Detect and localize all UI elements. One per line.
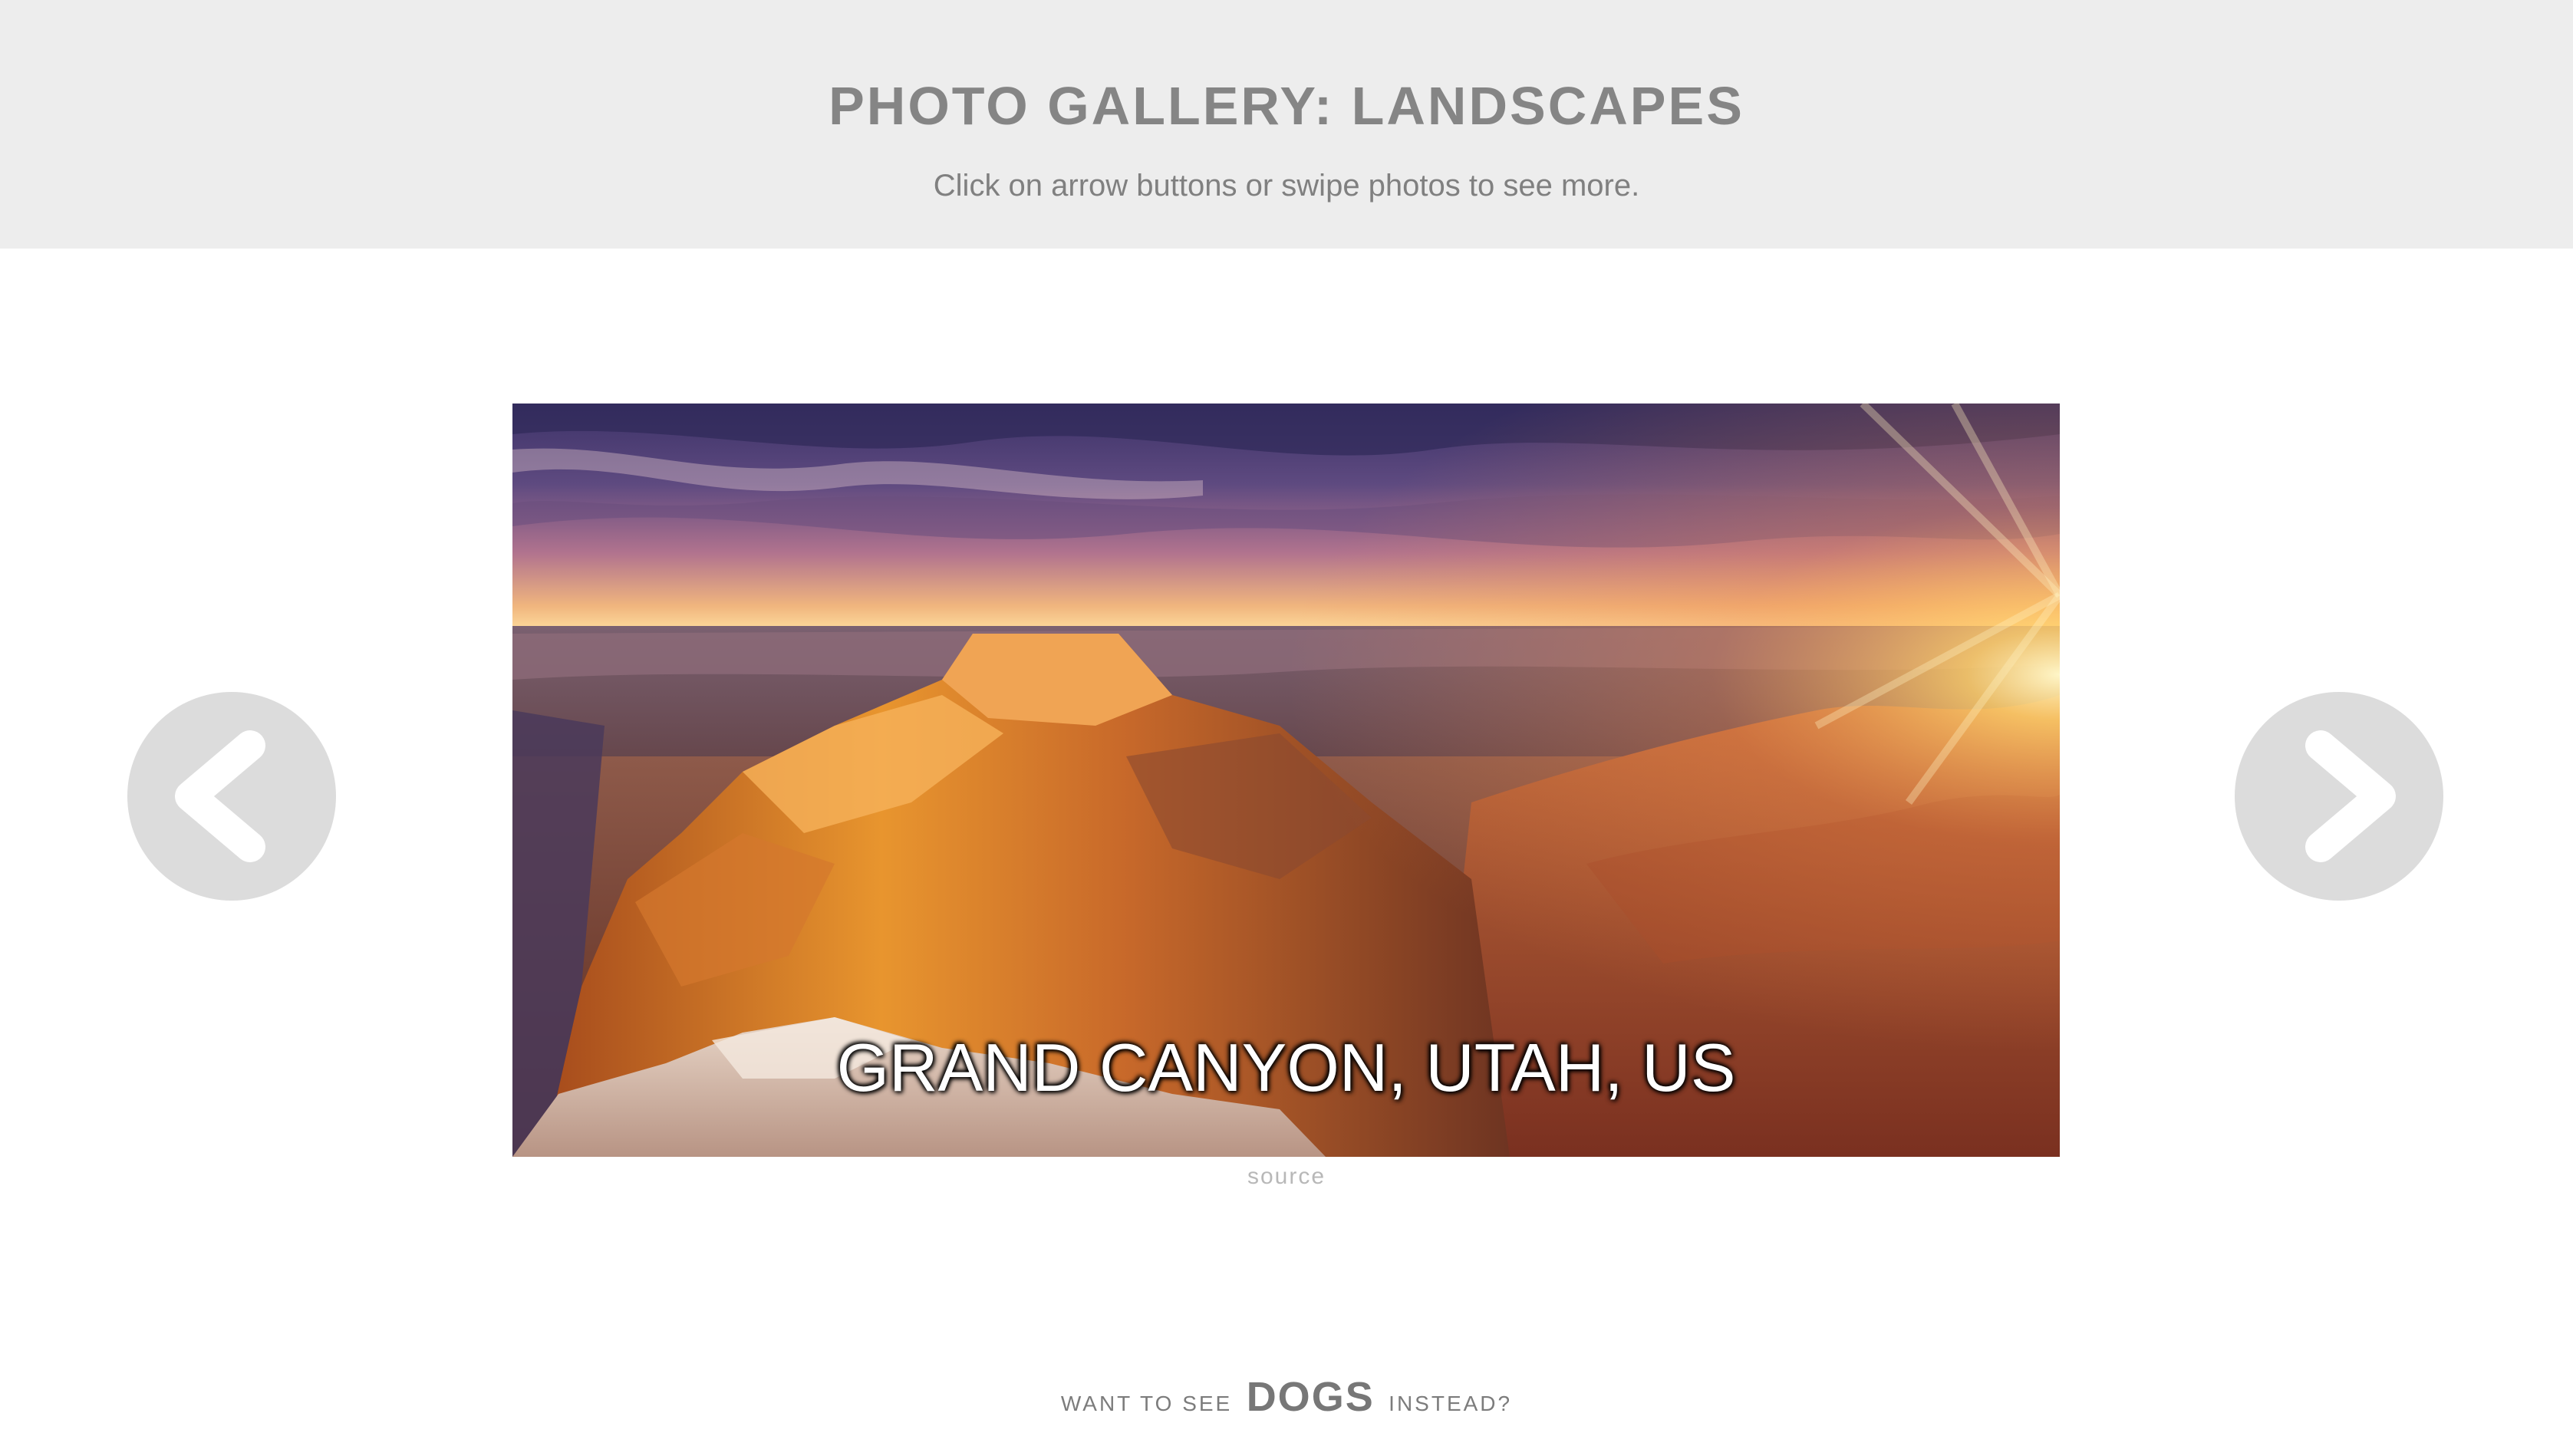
footer-suffix: INSTEAD? [1389,1392,1513,1415]
previous-photo-button[interactable] [127,692,336,901]
chevron-right-icon [2305,730,2396,862]
gallery-photo[interactable]: GRAND CANYON, UTAH, US [512,404,2060,1157]
chevron-left-icon [175,730,265,862]
footer-prompt: WANT TO SEE DOGS INSTEAD? [0,1370,2573,1435]
dogs-gallery-link[interactable]: DOGS [1247,1374,1375,1420]
source-link[interactable]: source [0,1161,2573,1192]
page-title: PHOTO GALLERY: LANDSCAPES [829,76,1744,136]
photo-caption: GRAND CANYON, UTAH, US [836,1029,1736,1105]
next-photo-button[interactable] [2235,692,2443,901]
footer-prefix: WANT TO SEE [1060,1392,1233,1415]
page-subtitle: Click on arrow buttons or swipe photos t… [933,169,1640,203]
page-header: PHOTO GALLERY: LANDSCAPES Click on arrow… [0,0,2573,249]
